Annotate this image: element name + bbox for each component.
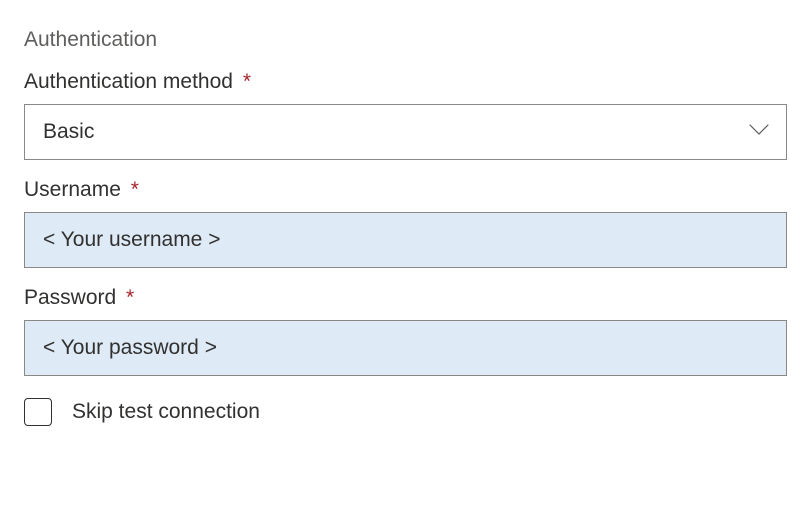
password-field: Password * (24, 286, 787, 376)
password-label: Password * (24, 286, 787, 310)
auth-method-field: Authentication method * Basic (24, 70, 787, 160)
authentication-section: Authentication Authentication method * B… (24, 28, 787, 426)
auth-method-select-wrapper: Basic (24, 104, 787, 160)
password-input[interactable] (24, 320, 787, 376)
auth-method-value: Basic (43, 120, 94, 143)
required-asterisk: * (243, 70, 251, 93)
section-title: Authentication (24, 28, 787, 52)
username-label: Username * (24, 178, 787, 202)
password-label-text: Password (24, 286, 116, 309)
username-label-text: Username (24, 178, 121, 201)
username-input[interactable] (24, 212, 787, 268)
skip-test-label[interactable]: Skip test connection (72, 400, 260, 424)
required-asterisk: * (131, 178, 139, 201)
auth-method-label: Authentication method * (24, 70, 787, 94)
username-field: Username * (24, 178, 787, 268)
auth-method-label-text: Authentication method (24, 70, 233, 93)
skip-test-checkbox[interactable] (24, 398, 52, 426)
skip-test-row: Skip test connection (24, 398, 787, 426)
auth-method-select[interactable]: Basic (24, 104, 787, 160)
required-asterisk: * (126, 286, 134, 309)
